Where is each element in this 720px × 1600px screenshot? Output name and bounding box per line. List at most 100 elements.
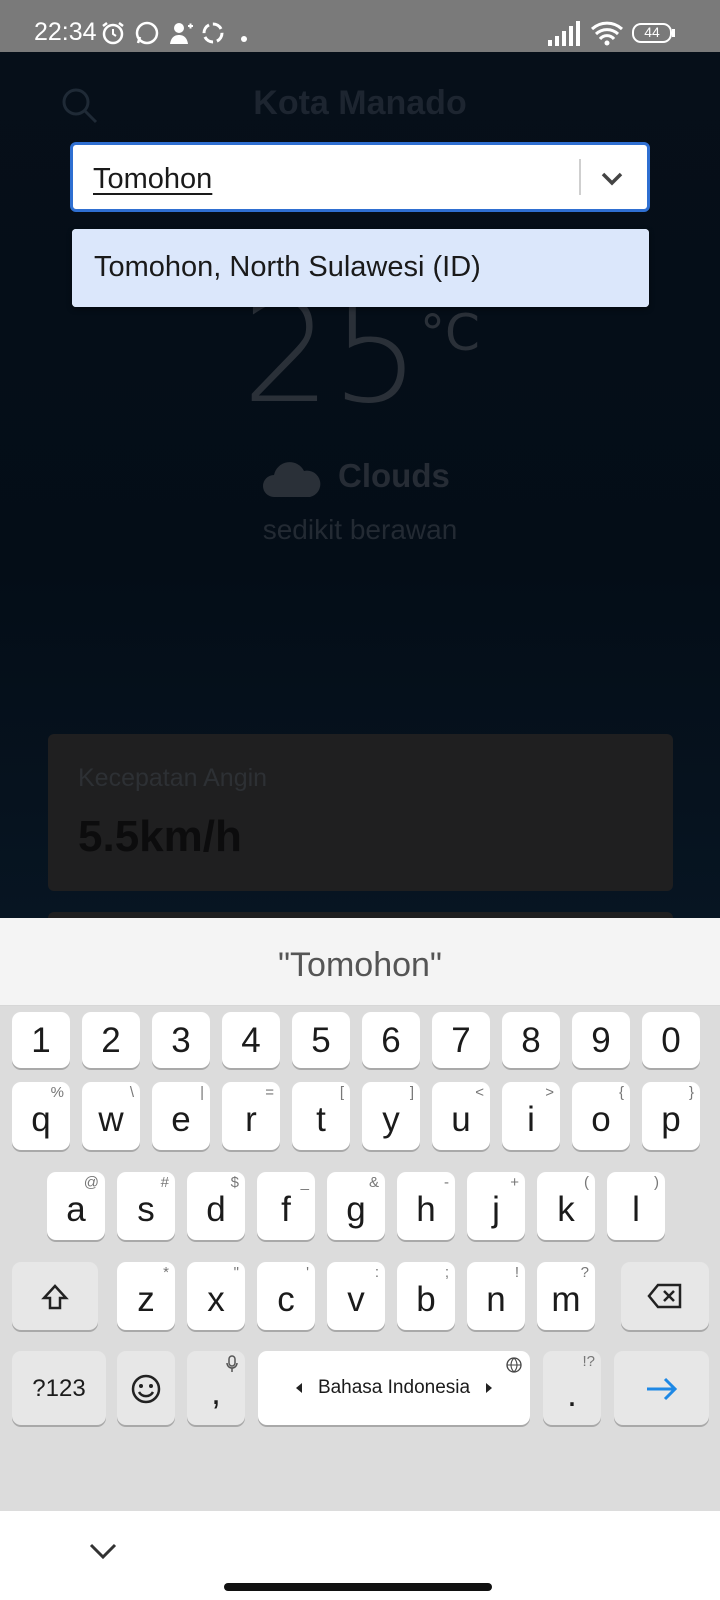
key-b-label: b [416, 1280, 436, 1319]
key-n-secondary: ! [514, 1264, 519, 1281]
key-s[interactable]: s # [117, 1172, 175, 1240]
key-c-secondary: ' [306, 1264, 309, 1281]
key-h[interactable]: h- [397, 1172, 455, 1240]
key-p-secondary: } [688, 1084, 694, 1101]
key-s-secondary: # [160, 1174, 169, 1191]
key-r-label: r [245, 1100, 257, 1139]
navigation-bar [0, 1511, 720, 1600]
key-k[interactable]: k( [537, 1172, 595, 1240]
key-7[interactable]: 7 [432, 1012, 490, 1068]
period-key[interactable]: .!? [543, 1351, 601, 1425]
chevron-down-icon[interactable] [88, 1539, 118, 1568]
key-m-secondary: ? [580, 1264, 589, 1281]
key-z[interactable]: z * [117, 1262, 175, 1330]
key-a[interactable]: a @ [47, 1172, 105, 1240]
temperature-unit: °C [420, 304, 480, 362]
key-g-secondary: & [368, 1174, 379, 1191]
space-key[interactable]: Bahasa Indonesia [258, 1351, 530, 1425]
home-indicator[interactable] [224, 1583, 492, 1591]
key-c[interactable]: c ' [257, 1262, 315, 1330]
symbols-key-label: ?123 [32, 1375, 86, 1402]
key-m[interactable]: m? [537, 1262, 595, 1330]
arrow-right-icon [647, 1377, 678, 1401]
wifi-icon [590, 20, 624, 51]
key-r[interactable]: r = [222, 1082, 280, 1150]
key-3[interactable]: 3 [152, 1012, 210, 1068]
chevron-down-icon[interactable] [599, 163, 625, 198]
key-9[interactable]: 9 [572, 1012, 630, 1068]
key-q-secondary: % [50, 1084, 64, 1101]
city-title: Kota Manado [253, 84, 467, 122]
key-5-label: 5 [311, 1021, 331, 1060]
weather-main: Clouds [338, 457, 450, 494]
key-v[interactable]: v: [327, 1262, 385, 1330]
key-n-label: n [486, 1280, 506, 1319]
dropdown-option[interactable]: Tomohon, North Sulawesi (ID) [72, 229, 649, 307]
key-h-label: h [416, 1190, 436, 1229]
key-0[interactable]: 0 [642, 1012, 700, 1068]
key-5[interactable]: 5 [292, 1012, 350, 1068]
key-u[interactable]: u < [432, 1082, 490, 1150]
key-q[interactable]: q% [12, 1082, 70, 1150]
suggestion-item[interactable]: "Tomohon" [0, 946, 720, 985]
key-0-label: 0 [661, 1021, 681, 1060]
key-8[interactable]: 8 [502, 1012, 560, 1068]
key-t-label: t [316, 1100, 326, 1139]
key-v-label: v [347, 1280, 365, 1319]
key-b[interactable]: b; [397, 1262, 455, 1330]
key-f-label: f [281, 1190, 291, 1229]
key-x[interactable]: x " [187, 1262, 245, 1330]
key-4[interactable]: 4 [222, 1012, 280, 1068]
key-l-label: l [632, 1190, 640, 1229]
key-c-label: c [277, 1280, 295, 1319]
key-1[interactable]: 1 [12, 1012, 70, 1068]
enter-key[interactable] [614, 1351, 709, 1425]
key-n[interactable]: n! [467, 1262, 525, 1330]
key-f[interactable]: f _ [257, 1172, 315, 1240]
key-6-label: 6 [381, 1021, 401, 1060]
key-k-label: k [557, 1190, 575, 1229]
status-time: 22:34 [34, 18, 97, 46]
shift-key[interactable] [12, 1262, 98, 1330]
key-a-label: a [66, 1190, 86, 1229]
key-6[interactable]: 6 [362, 1012, 420, 1068]
key-2-label: 2 [101, 1021, 121, 1060]
cloud-icon [262, 457, 322, 504]
sync-icon [200, 20, 226, 51]
comma-key[interactable]: , [187, 1351, 245, 1425]
suggestion-strip: "Tomohon" [0, 918, 720, 1006]
emoji-key[interactable] [117, 1351, 175, 1425]
key-f-secondary: _ [300, 1174, 309, 1191]
key-p-label: p [661, 1100, 681, 1139]
key-j-label: j [492, 1190, 500, 1229]
key-2[interactable]: 2 [82, 1012, 140, 1068]
key-o[interactable]: o{ [572, 1082, 630, 1150]
period-key-secondary: !? [582, 1353, 595, 1370]
status-bar: 22:34 44 [0, 0, 720, 52]
key-p[interactable]: p} [642, 1082, 700, 1150]
arrow-right-icon [486, 1383, 492, 1393]
key-e-secondary: | [200, 1084, 204, 1101]
key-r-secondary: = [265, 1084, 274, 1101]
symbols-key[interactable]: ?123 [12, 1351, 106, 1425]
key-q-label: q [31, 1100, 51, 1139]
key-8-label: 8 [521, 1021, 541, 1060]
key-g[interactable]: g & [327, 1172, 385, 1240]
backspace-key[interactable] [621, 1262, 709, 1330]
key-i-label: i [527, 1100, 535, 1139]
search-input[interactable]: Tomohon [93, 163, 212, 196]
key-l-secondary: ) [654, 1174, 659, 1191]
key-l[interactable]: l) [607, 1172, 665, 1240]
city-search-select[interactable]: Tomohon [70, 142, 650, 212]
key-i[interactable]: i > [502, 1082, 560, 1150]
key-y[interactable]: y] [362, 1082, 420, 1150]
key-y-secondary: ] [409, 1084, 414, 1101]
key-t[interactable]: t[ [292, 1082, 350, 1150]
key-d[interactable]: d $ [187, 1172, 245, 1240]
key-w[interactable]: w \ [82, 1082, 140, 1150]
key-e[interactable]: e | [152, 1082, 210, 1150]
key-j[interactable]: j + [467, 1172, 525, 1240]
key-z-label: z [137, 1280, 155, 1319]
microphone-icon [226, 1355, 238, 1372]
emoji-icon [131, 1374, 161, 1404]
